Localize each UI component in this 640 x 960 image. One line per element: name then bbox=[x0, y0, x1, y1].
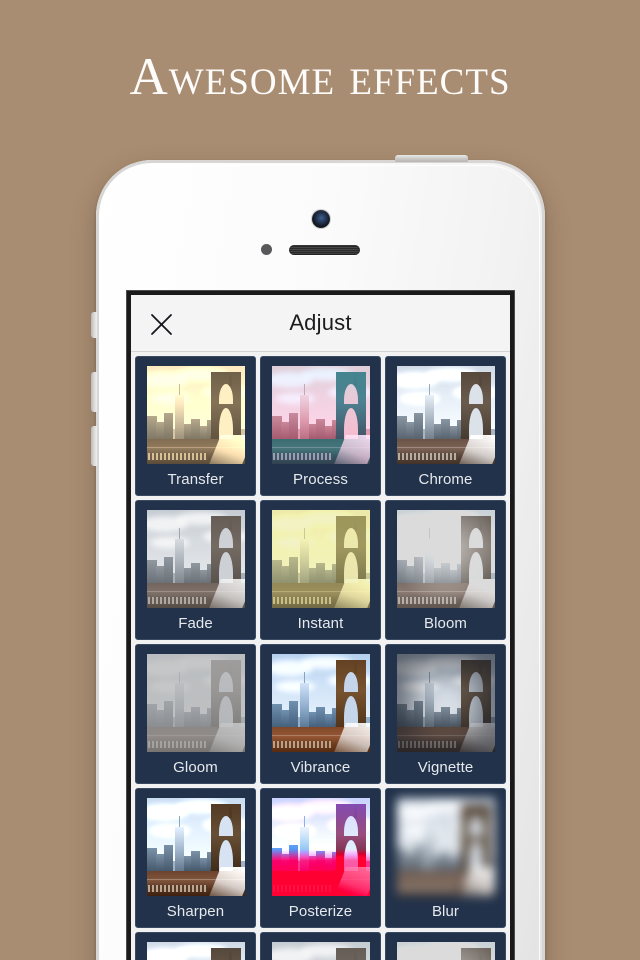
effect-preview-thumbnail bbox=[146, 510, 245, 608]
effect-label: Vignette bbox=[417, 759, 474, 776]
page-title: Adjust bbox=[289, 310, 352, 335]
effects-grid: Transfer Process Chrome Fade Instant Bloom Glo… bbox=[131, 352, 510, 960]
effect-preview-thumbnail bbox=[146, 654, 245, 752]
effect-preview-thumbnail bbox=[271, 654, 370, 752]
effect-tile[interactable]: Vignette bbox=[385, 644, 506, 784]
effect-tile[interactable] bbox=[385, 932, 506, 960]
front-camera-icon bbox=[311, 210, 330, 228]
effect-preview-thumbnail bbox=[271, 510, 370, 608]
app-navbar: Adjust bbox=[131, 295, 510, 352]
phone-screen: Adjust Transfer Process Chrome Fade Instant B… bbox=[131, 295, 510, 960]
effect-preview-thumbnail bbox=[271, 942, 370, 960]
effect-preview-thumbnail bbox=[271, 798, 370, 896]
effect-label: Bloom bbox=[423, 615, 468, 632]
effect-preview-thumbnail bbox=[146, 798, 245, 896]
phone-mockup: Adjust Transfer Process Chrome Fade Instant B… bbox=[91, 155, 545, 960]
effect-tile[interactable]: Fade bbox=[135, 500, 256, 640]
effect-preview-thumbnail bbox=[396, 798, 495, 896]
effect-tile[interactable]: Blur bbox=[385, 788, 506, 928]
mute-switch[interactable] bbox=[91, 312, 97, 338]
proximity-sensor-icon bbox=[261, 244, 272, 255]
effect-label: Blur bbox=[431, 903, 460, 920]
effect-tile[interactable]: Transfer bbox=[135, 356, 256, 496]
effect-tile[interactable]: Instant bbox=[260, 500, 381, 640]
effect-preview-thumbnail bbox=[271, 366, 370, 464]
effect-tile[interactable]: Chrome bbox=[385, 356, 506, 496]
effect-preview-thumbnail bbox=[396, 942, 495, 960]
effect-tile[interactable] bbox=[135, 932, 256, 960]
volume-down-button[interactable] bbox=[91, 426, 97, 466]
effect-label: Transfer bbox=[167, 471, 224, 488]
effect-label: Vibrance bbox=[290, 759, 351, 776]
effect-tile[interactable]: Vibrance bbox=[260, 644, 381, 784]
effect-label: Process bbox=[293, 471, 348, 488]
earpiece-speaker-icon bbox=[289, 245, 360, 255]
effect-tile[interactable]: Sharpen bbox=[135, 788, 256, 928]
effect-label: Posterize bbox=[288, 903, 353, 920]
effect-tile[interactable]: Posterize bbox=[260, 788, 381, 928]
effect-preview-thumbnail bbox=[396, 510, 495, 608]
effect-label: Gloom bbox=[173, 759, 218, 776]
effect-tile[interactable]: Process bbox=[260, 356, 381, 496]
effect-label: Chrome bbox=[418, 471, 473, 488]
volume-up-button[interactable] bbox=[91, 372, 97, 412]
effect-tile[interactable] bbox=[260, 932, 381, 960]
close-icon bbox=[150, 313, 172, 335]
effect-label: Fade bbox=[178, 615, 213, 632]
effect-preview-thumbnail bbox=[396, 654, 495, 752]
effect-preview-thumbnail bbox=[146, 942, 245, 960]
effect-tile[interactable]: Bloom bbox=[385, 500, 506, 640]
effect-label: Sharpen bbox=[166, 903, 225, 920]
power-button[interactable] bbox=[395, 155, 468, 162]
close-button[interactable] bbox=[145, 308, 177, 340]
effect-label: Instant bbox=[297, 615, 344, 632]
effect-tile[interactable]: Gloom bbox=[135, 644, 256, 784]
effect-preview-thumbnail bbox=[396, 366, 495, 464]
effect-preview-thumbnail bbox=[146, 366, 245, 464]
promo-headline: Awesome effects bbox=[129, 48, 511, 106]
